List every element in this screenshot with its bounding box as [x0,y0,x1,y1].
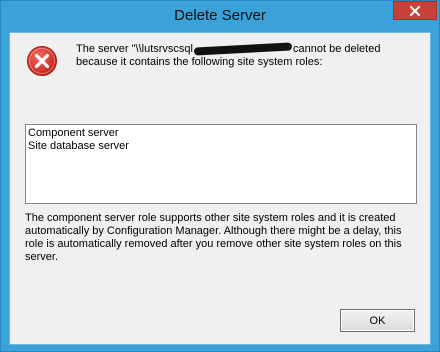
ok-button[interactable]: OK [340,309,415,332]
error-message: The server "\\lutsrvscsql cannot be delet… [76,42,406,69]
close-button[interactable] [393,1,437,20]
info-text: The component server role supports other… [25,212,402,263]
message-prefix: The server "\\lutsrvscsql [76,43,193,55]
title-bar[interactable]: Delete Server [1,1,439,31]
list-item[interactable]: Component server [28,127,414,140]
error-icon [27,46,57,76]
delete-server-dialog: Delete Server The server "\\lutsrvscsql c… [0,0,440,352]
list-item[interactable]: Site database server [28,140,414,153]
dialog-body: The server "\\lutsrvscsql cannot be delet… [9,32,431,345]
site-system-roles-list[interactable]: Component server Site database server [25,124,417,204]
close-icon [410,5,420,16]
redaction-mark [193,42,293,56]
window-title: Delete Server [174,7,266,24]
